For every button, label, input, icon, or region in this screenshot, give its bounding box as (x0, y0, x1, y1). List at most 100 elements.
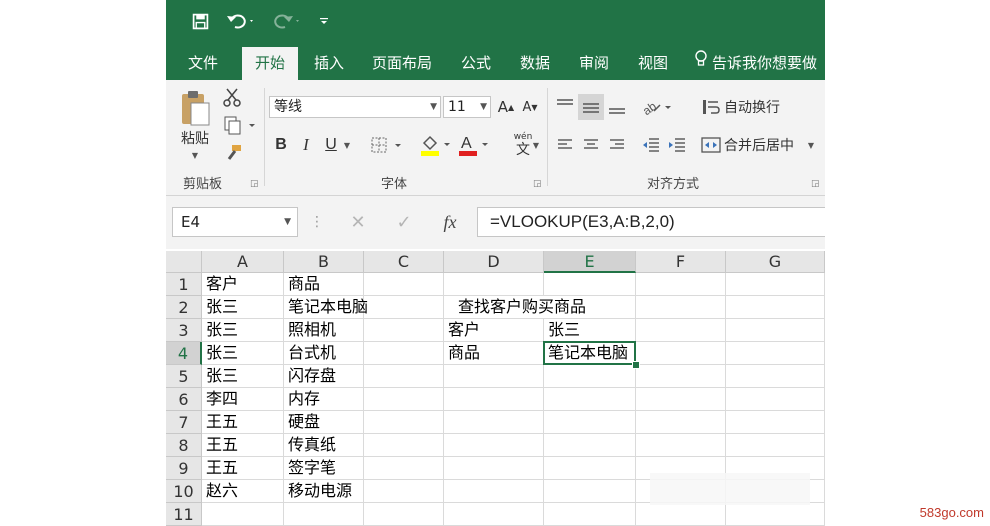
cell-e3[interactable]: 张三 (544, 319, 636, 342)
undo-icon[interactable] (224, 9, 258, 33)
middle-align-icon[interactable] (578, 94, 604, 120)
cell-f8[interactable] (636, 434, 726, 457)
top-align-icon[interactable] (554, 94, 576, 118)
merge-center-button[interactable]: 合并后居中 (724, 134, 804, 156)
cell-e8[interactable] (544, 434, 636, 457)
decrease-font-size-icon[interactable]: A ▼ (520, 96, 540, 118)
cell-a5[interactable]: 张三 (202, 365, 284, 388)
cell-f3[interactable] (636, 319, 726, 342)
align-left-icon[interactable] (554, 134, 576, 156)
cell-c9[interactable] (364, 457, 444, 480)
borders-icon[interactable] (369, 134, 405, 156)
cell-a11[interactable] (202, 503, 284, 526)
paste-button[interactable]: 粘贴 (174, 128, 216, 148)
cell-b8[interactable]: 传真纸 (284, 434, 364, 457)
tab-data[interactable]: 数据 (512, 47, 558, 80)
cell-b5[interactable]: 闪存盘 (284, 365, 364, 388)
save-icon[interactable] (188, 9, 212, 33)
cell-g2[interactable] (726, 296, 825, 319)
bold-button[interactable]: B (271, 134, 291, 156)
underline-dropdown-icon[interactable]: ▼ (342, 138, 352, 152)
cell-a4[interactable]: 张三 (202, 342, 284, 365)
italic-button[interactable]: I (296, 134, 316, 156)
cell-a10[interactable]: 赵六 (202, 480, 284, 503)
column-header-d[interactable]: D (444, 251, 544, 273)
cell-c4[interactable] (364, 342, 444, 365)
tab-insert[interactable]: 插入 (306, 47, 352, 80)
row-header-7[interactable]: 7 (166, 411, 202, 434)
tab-home[interactable]: 开始 (242, 47, 298, 80)
cell-c8[interactable] (364, 434, 444, 457)
underline-button[interactable]: U (321, 134, 341, 156)
formula-input[interactable]: =VLOOKUP(E3,A:B,2,0) (477, 207, 825, 237)
wrap-text-icon[interactable] (700, 94, 722, 120)
row-header-2[interactable]: 2 (166, 296, 202, 319)
insert-function-icon[interactable]: fx (436, 210, 464, 234)
cell-f5[interactable] (636, 365, 726, 388)
row-header-4[interactable]: 4 (166, 342, 202, 365)
cell-g4[interactable] (726, 342, 825, 365)
align-center-icon[interactable] (580, 134, 602, 156)
cell-c2[interactable] (364, 296, 444, 319)
row-header-5[interactable]: 5 (166, 365, 202, 388)
redo-icon[interactable] (270, 9, 304, 33)
cell-g1[interactable] (726, 273, 825, 296)
column-header-b[interactable]: B (284, 251, 364, 273)
name-box[interactable]: E4 ▼ (172, 207, 298, 237)
clipboard-launcher-icon[interactable]: ◲ (250, 179, 259, 189)
cell-c11[interactable] (364, 503, 444, 526)
font-name-select[interactable]: 等线 ▼ (269, 96, 441, 118)
cell-e5[interactable] (544, 365, 636, 388)
cell-a1[interactable]: 客户 (202, 273, 284, 296)
row-header-9[interactable]: 9 (166, 457, 202, 480)
cell-e6[interactable] (544, 388, 636, 411)
cell-b9[interactable]: 签字笔 (284, 457, 364, 480)
row-header-11[interactable]: 11 (166, 503, 202, 526)
cell-f6[interactable] (636, 388, 726, 411)
cell-b1[interactable]: 商品 (284, 273, 364, 296)
cell-d4[interactable]: 商品 (444, 342, 544, 365)
cell-e10[interactable] (544, 480, 636, 503)
cell-a8[interactable]: 王五 (202, 434, 284, 457)
cell-b2[interactable]: 笔记本电脑 (284, 296, 368, 319)
cell-e9[interactable] (544, 457, 636, 480)
increase-font-size-icon[interactable]: A ▲ (496, 96, 516, 118)
cell-a3[interactable]: 张三 (202, 319, 284, 342)
font-color-icon[interactable]: A (456, 132, 492, 158)
cell-d7[interactable] (444, 411, 544, 434)
cell-d2[interactable]: 查找客户购买商品 (444, 296, 586, 319)
align-right-icon[interactable] (606, 134, 628, 156)
cell-a2[interactable]: 张三 (202, 296, 284, 319)
column-header-c[interactable]: C (364, 251, 444, 273)
cell-d10[interactable] (444, 480, 544, 503)
row-header-6[interactable]: 6 (166, 388, 202, 411)
cell-b4[interactable]: 台式机 (284, 342, 364, 365)
phonetic-dropdown-icon[interactable]: ▼ (531, 138, 541, 152)
cell-f11[interactable] (636, 503, 726, 526)
row-header-8[interactable]: 8 (166, 434, 202, 457)
cell-a6[interactable]: 李四 (202, 388, 284, 411)
cell-b10[interactable]: 移动电源 (284, 480, 364, 503)
cell-g6[interactable] (726, 388, 825, 411)
cancel-icon[interactable]: ✕ (344, 210, 372, 234)
cell-g8[interactable] (726, 434, 825, 457)
tell-me-box[interactable]: 告诉我你想要做 (694, 47, 825, 80)
copy-icon[interactable] (222, 114, 258, 136)
alignment-launcher-icon[interactable]: ◲ (811, 179, 820, 189)
select-all-button[interactable] (166, 251, 202, 273)
cell-f7[interactable] (636, 411, 726, 434)
cell-c10[interactable] (364, 480, 444, 503)
format-painter-icon[interactable] (222, 142, 244, 164)
cell-d11[interactable] (444, 503, 544, 526)
bottom-align-icon[interactable] (606, 94, 628, 120)
tab-file[interactable]: 文件 (178, 47, 228, 80)
column-header-e[interactable]: E (544, 251, 636, 273)
cell-f1[interactable] (636, 273, 726, 296)
column-header-f[interactable]: F (636, 251, 726, 273)
enter-icon[interactable]: ✓ (390, 210, 418, 234)
cell-a9[interactable]: 王五 (202, 457, 284, 480)
cell-d1[interactable] (444, 273, 544, 296)
cell-c3[interactable] (364, 319, 444, 342)
cell-g7[interactable] (726, 411, 825, 434)
cell-g3[interactable] (726, 319, 825, 342)
